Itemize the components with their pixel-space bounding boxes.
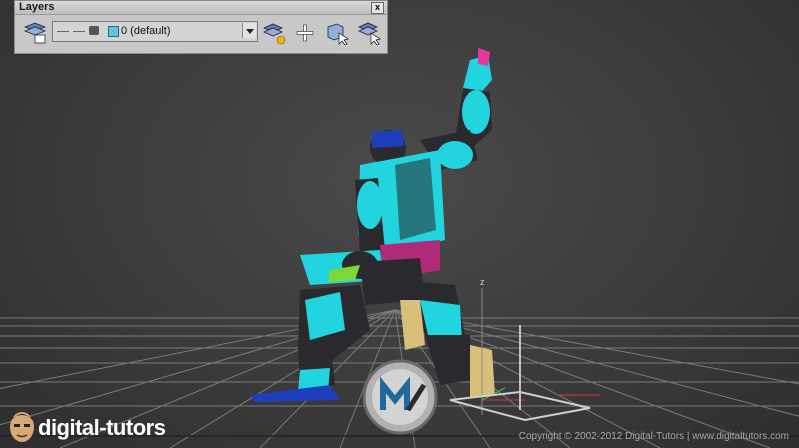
3d-viewport[interactable]: z [0,0,799,448]
viewport-scene: z [0,48,799,448]
copyright-text: Copyright © 2002-2012 Digital-Tutors | w… [518,431,789,442]
freeze-toggle-icon[interactable] [73,31,85,32]
layer-manager-icon[interactable] [23,21,47,45]
chevron-down-icon[interactable] [242,23,256,38]
layers-toolbar[interactable]: Layers x 0 (default) [14,0,388,54]
watermark-logo [362,359,438,435]
render-toggle-icon[interactable] [89,26,99,35]
new-layer-icon[interactable] [262,21,286,45]
gizmo-axis-label: z [480,277,485,287]
robot-character [250,48,495,402]
current-layer-name: 0 (default) [121,25,171,37]
layers-title: Layers [19,1,55,13]
select-layer-objects-icon[interactable] [325,21,349,45]
brand-name: digital-tutors [38,415,166,440]
hide-toggle-icon[interactable] [57,31,69,32]
layer-color-swatch[interactable] [108,26,119,37]
current-layer-dropdown[interactable]: 0 (default) [52,21,258,42]
layers-titlebar[interactable]: Layers x [15,1,387,15]
close-button[interactable]: x [371,2,384,14]
layers-toolbar-row: 0 (default) [15,18,387,48]
brand-face-icon [10,412,34,442]
add-to-layer-icon[interactable] [293,21,317,45]
set-current-layer-icon[interactable] [357,21,381,45]
